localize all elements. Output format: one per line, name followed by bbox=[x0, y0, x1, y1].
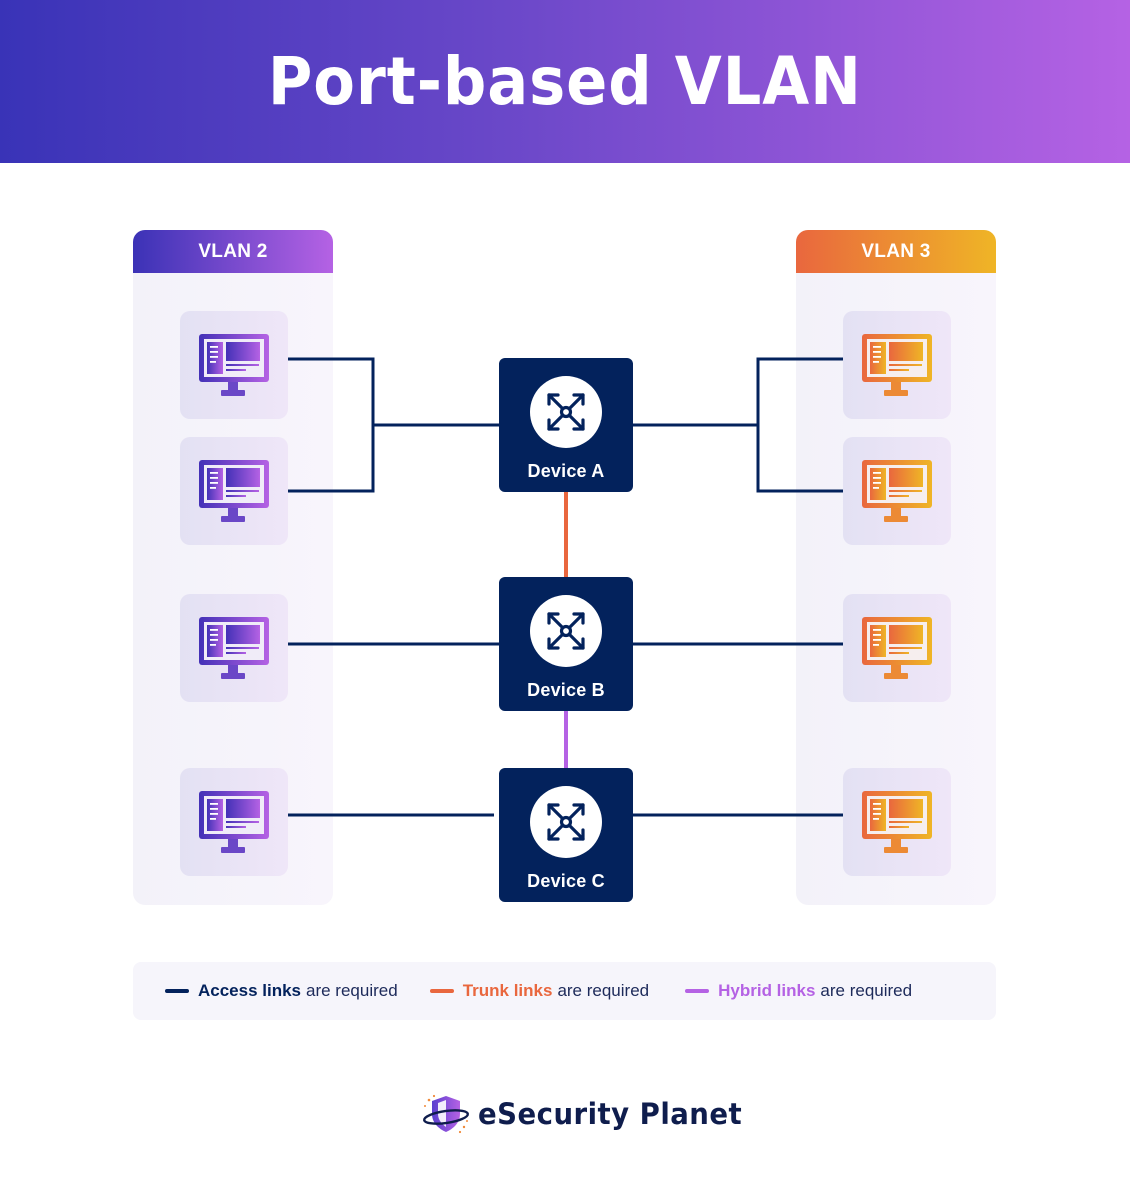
page-title: Port-based VLAN bbox=[267, 43, 863, 120]
move-arrows-icon bbox=[547, 393, 585, 431]
computer-icon bbox=[862, 791, 932, 853]
legend-hybrid-strong: Hybrid links bbox=[718, 981, 816, 1000]
computer-icon bbox=[199, 460, 269, 522]
hybrid-link-swatch bbox=[685, 989, 710, 993]
computer-icon bbox=[862, 334, 932, 396]
computer-icon bbox=[199, 617, 269, 679]
device-c: Device C bbox=[499, 768, 633, 902]
computer-icon bbox=[199, 791, 269, 853]
move-arrows-icon bbox=[547, 803, 585, 841]
device-a-icon-circle bbox=[530, 376, 602, 448]
move-arrows-icon bbox=[547, 612, 585, 650]
legend-trunk-rest: are required bbox=[557, 981, 650, 1000]
device-b: Device B bbox=[499, 577, 633, 711]
vlan2-computer-1 bbox=[180, 311, 288, 419]
legend-trunk: Trunk links are required bbox=[429, 981, 650, 1001]
device-c-label: Device C bbox=[527, 871, 605, 891]
legend-access-strong: Access links bbox=[198, 981, 302, 1000]
vlan3-computer-1 bbox=[843, 311, 951, 419]
vlan2-computer-4 bbox=[180, 768, 288, 876]
legend-hybrid: Hybrid links are required bbox=[685, 981, 912, 1001]
shield-planet-icon bbox=[422, 1094, 470, 1134]
access-link-swatch bbox=[165, 989, 189, 993]
brand-name: eSecurity Planet bbox=[478, 1097, 743, 1131]
device-c-icon-circle bbox=[530, 786, 602, 858]
vlan3-computer-3 bbox=[843, 594, 951, 702]
computer-icon bbox=[862, 617, 932, 679]
device-b-icon-circle bbox=[530, 595, 602, 667]
legend-access-rest: are required bbox=[306, 981, 398, 1000]
legend: Access links are required Trunk links ar… bbox=[133, 962, 996, 1020]
vlan2-computer-3 bbox=[180, 594, 288, 702]
computer-icon bbox=[199, 334, 269, 396]
device-a-label: Device A bbox=[527, 461, 605, 481]
brand-logo: eSecurity Planet bbox=[420, 1092, 756, 1136]
vlan-3-header: VLAN 3 bbox=[796, 230, 996, 273]
vlan-2-header: VLAN 2 bbox=[133, 230, 333, 273]
computer-icon bbox=[862, 460, 932, 522]
legend-access: Access links are required bbox=[165, 981, 398, 1001]
title-banner: Port-based VLAN bbox=[0, 0, 1130, 163]
device-b-label: Device B bbox=[527, 680, 605, 700]
vlan3-computer-2 bbox=[843, 437, 951, 545]
vlan2-computer-2 bbox=[180, 437, 288, 545]
legend-hybrid-rest: are required bbox=[820, 981, 913, 1000]
legend-trunk-strong: Trunk links bbox=[462, 981, 553, 1000]
vlan3-computer-4 bbox=[843, 768, 951, 876]
trunk-link-swatch bbox=[429, 989, 454, 993]
device-a: Device A bbox=[499, 358, 633, 492]
